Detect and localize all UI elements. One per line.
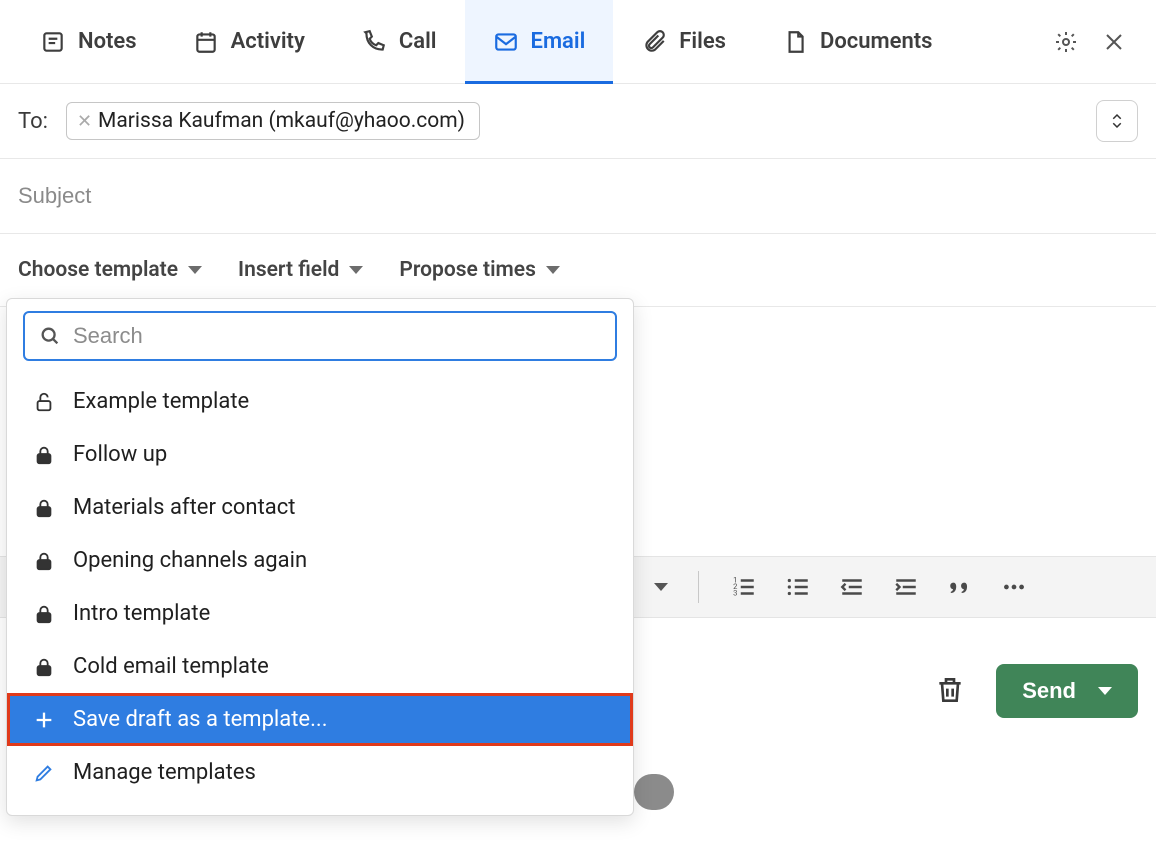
discard-button[interactable] (934, 674, 968, 708)
search-icon (39, 325, 61, 347)
tab-label: Activity (231, 29, 305, 54)
outdent-icon (839, 574, 865, 600)
to-label: To: (18, 109, 48, 134)
chevron-down-icon (188, 266, 202, 274)
chevron-down-icon[interactable] (654, 583, 668, 591)
template-item[interactable]: Intro template (7, 587, 633, 640)
close-button[interactable] (1100, 28, 1128, 56)
template-item[interactable]: Opening channels again (7, 534, 633, 587)
propose-times-dropdown[interactable]: Propose times (399, 258, 560, 282)
template-item[interactable]: Materials after contact (7, 481, 633, 534)
manage-templates-label: Manage templates (73, 760, 256, 785)
choose-template-dropdown[interactable]: Choose template (18, 258, 202, 282)
quote-icon (947, 574, 973, 600)
close-icon (1102, 30, 1126, 54)
separator (698, 571, 699, 603)
template-item[interactable]: Follow up (7, 428, 633, 481)
bullet-list-button[interactable] (783, 572, 813, 602)
more-icon (1001, 574, 1027, 600)
template-item-label: Cold email template (73, 654, 269, 679)
template-item[interactable]: Example template (7, 375, 633, 428)
chevron-down-icon (546, 266, 560, 274)
to-row: To: ✕ Marissa Kaufman (mkauf@yhaoo.com) (0, 84, 1156, 159)
remove-recipient-icon[interactable]: ✕ (77, 111, 92, 132)
ordered-list-button[interactable]: 123 (729, 572, 759, 602)
tab-files[interactable]: Files (613, 0, 754, 83)
tab-label: Files (679, 29, 726, 54)
chevron-down-icon (349, 266, 363, 274)
manage-templates[interactable]: Manage templates (7, 746, 633, 799)
tab-label: Notes (78, 29, 137, 54)
insert-field-dropdown[interactable]: Insert field (238, 258, 363, 282)
paperclip-icon (641, 29, 667, 55)
quote-button[interactable] (945, 572, 975, 602)
tab-notes[interactable]: Notes (12, 0, 165, 83)
template-item-label: Example template (73, 389, 249, 414)
template-item-label: Opening channels again (73, 548, 307, 573)
ordered-list-icon: 123 (731, 574, 757, 600)
unfold-icon (1108, 112, 1126, 130)
chevron-down-icon (1098, 687, 1112, 695)
overflow-pill (634, 774, 674, 810)
gear-icon (1054, 30, 1078, 54)
template-search[interactable] (23, 311, 617, 361)
calendar-icon (193, 29, 219, 55)
tab-trailing (1052, 28, 1144, 56)
expand-recipients-button[interactable] (1096, 100, 1138, 142)
tab-label: Call (399, 29, 437, 54)
email-icon (493, 29, 519, 55)
tab-call[interactable]: Call (333, 0, 465, 83)
template-list: Example template Follow up Materials aft… (7, 369, 633, 799)
template-item[interactable]: Cold email template (7, 640, 633, 693)
lock-icon (33, 497, 55, 519)
lock-icon (33, 444, 55, 466)
template-dropdown-panel: Example template Follow up Materials aft… (6, 298, 634, 816)
dropdown-label: Insert field (238, 258, 339, 282)
tab-activity[interactable]: Activity (165, 0, 333, 83)
lock-icon (33, 550, 55, 572)
svg-text:3: 3 (733, 589, 737, 598)
phone-icon (361, 29, 387, 55)
lock-icon (33, 656, 55, 678)
subject-row (0, 159, 1156, 234)
unlock-icon (33, 391, 55, 413)
tab-documents[interactable]: Documents (754, 0, 960, 83)
recipient-chip[interactable]: ✕ Marissa Kaufman (mkauf@yhaoo.com) (66, 102, 480, 140)
settings-button[interactable] (1052, 28, 1080, 56)
template-item-label: Intro template (73, 601, 210, 626)
template-item-label: Follow up (73, 442, 167, 467)
indent-icon (893, 574, 919, 600)
lock-icon (33, 603, 55, 625)
more-formatting-button[interactable] (999, 572, 1029, 602)
search-wrap (7, 311, 633, 369)
tab-email[interactable]: Email (465, 0, 614, 83)
tab-label: Documents (820, 29, 932, 54)
indent-button[interactable] (891, 572, 921, 602)
template-search-input[interactable] (73, 323, 601, 349)
tab-bar: Notes Activity Call Email Files Document… (0, 0, 1156, 84)
bullet-list-icon (785, 574, 811, 600)
plus-icon (33, 709, 55, 731)
send-button[interactable]: Send (996, 664, 1138, 718)
template-item-label: Materials after contact (73, 495, 295, 520)
outdent-button[interactable] (837, 572, 867, 602)
pencil-icon (33, 762, 55, 784)
dropdown-label: Propose times (399, 258, 536, 282)
save-draft-label: Save draft as a template... (73, 707, 328, 732)
trash-icon (934, 674, 966, 706)
subject-input[interactable] (18, 183, 1138, 209)
save-draft-as-template[interactable]: Save draft as a template... (7, 693, 633, 746)
send-label: Send (1022, 678, 1076, 704)
document-icon (782, 29, 808, 55)
compose-toolbar: Choose template Insert field Propose tim… (0, 234, 1156, 307)
dropdown-label: Choose template (18, 258, 178, 282)
tab-label: Email (531, 29, 586, 54)
recipient-text: Marissa Kaufman (mkauf@yhaoo.com) (98, 109, 465, 133)
note-icon (40, 29, 66, 55)
